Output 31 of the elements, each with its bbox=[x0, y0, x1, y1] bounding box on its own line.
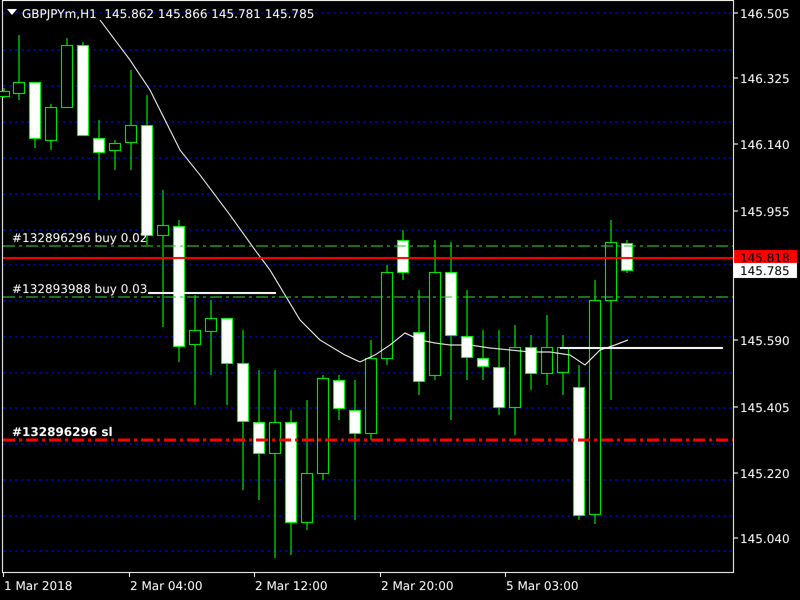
price-axis-label: 145.590 bbox=[740, 334, 790, 348]
price-axis-label: 145.405 bbox=[740, 401, 790, 415]
candle bbox=[13, 34, 25, 100]
candle bbox=[397, 230, 409, 280]
candle bbox=[0, 88, 10, 98]
candle bbox=[61, 38, 73, 108]
price-axis-label: 146.140 bbox=[740, 138, 790, 152]
candle bbox=[525, 334, 537, 390]
time-axis-label: 2 Mar 20:00 bbox=[381, 579, 454, 593]
price-axis-label: 145.955 bbox=[740, 205, 790, 219]
price-axis-label: 146.505 bbox=[740, 7, 790, 21]
time-axis-label: 2 Mar 12:00 bbox=[255, 579, 328, 593]
time-axis-label: 2 Mar 04:00 bbox=[130, 579, 202, 593]
price-axis-label: 145.040 bbox=[740, 532, 790, 546]
candle bbox=[333, 374, 345, 420]
price-tag: 145.785 bbox=[734, 263, 797, 278]
price-axis-label: 145.220 bbox=[740, 467, 790, 481]
order-label: #132896296 sl bbox=[12, 425, 113, 439]
candle bbox=[45, 104, 57, 150]
candle bbox=[109, 140, 121, 170]
candle bbox=[477, 330, 489, 380]
candle bbox=[621, 240, 633, 274]
symbol-header: GBPJPYm,H1 145.862 145.866 145.781 145.785 bbox=[22, 7, 314, 21]
dropdown-icon[interactable] bbox=[7, 9, 17, 15]
price-axis-label: 146.325 bbox=[740, 72, 790, 86]
order-label: #132893988 buy 0.03 bbox=[12, 282, 148, 296]
candle bbox=[541, 314, 553, 386]
time-axis-label: 1 Mar 2018 bbox=[4, 579, 72, 593]
candle bbox=[557, 334, 569, 396]
candle bbox=[29, 82, 41, 148]
time-axis-label: 5 Mar 03:00 bbox=[506, 579, 578, 593]
